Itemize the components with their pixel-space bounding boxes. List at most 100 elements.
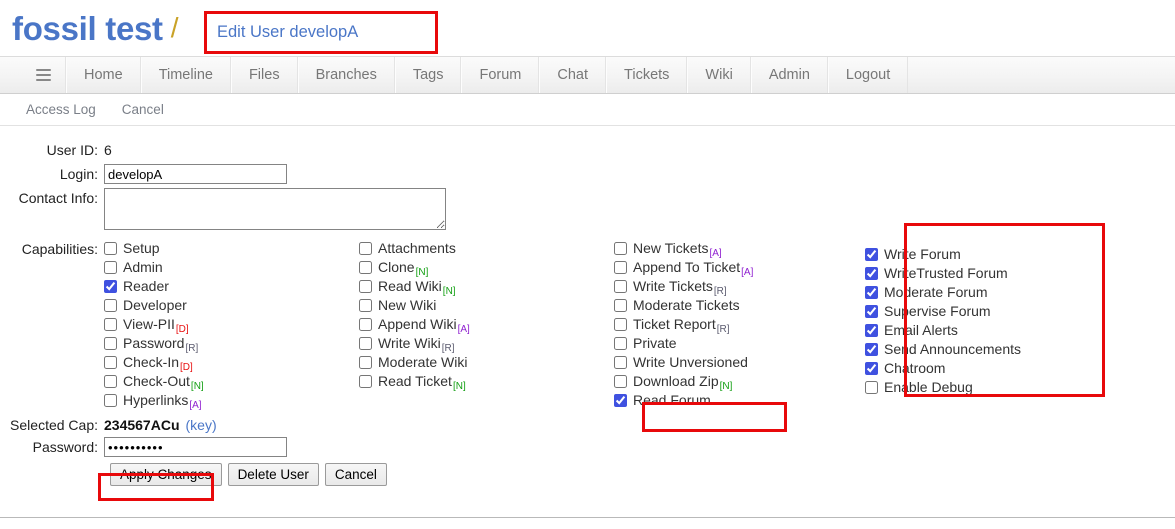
apply-changes-button[interactable]: Apply Changes bbox=[110, 463, 222, 486]
page-subtitle-highlight-box: Edit User developA bbox=[204, 11, 438, 54]
capability-write-wiki[interactable]: Write Wiki [R] bbox=[359, 335, 614, 354]
contact-info-textarea[interactable] bbox=[104, 188, 446, 230]
capability-checkbox[interactable] bbox=[359, 375, 372, 388]
nav-item-timeline[interactable]: Timeline bbox=[140, 57, 231, 93]
nav-item-logout[interactable]: Logout bbox=[827, 57, 909, 93]
capability-setup[interactable]: Setup bbox=[104, 240, 359, 259]
capability-reader[interactable]: Reader bbox=[104, 278, 359, 297]
capability-label: Moderate Tickets bbox=[633, 297, 740, 313]
nav-item-chat[interactable]: Chat bbox=[539, 57, 607, 93]
edit-user-form: User ID: 6 Login: Contact Info: Capabili… bbox=[0, 126, 1175, 486]
capability-download-zip[interactable]: Download Zip [N] bbox=[614, 373, 849, 392]
capability-moderate-tickets[interactable]: Moderate Tickets bbox=[614, 297, 849, 316]
capability-view-pii[interactable]: View-PII [D] bbox=[104, 316, 359, 335]
capability-checkbox[interactable] bbox=[104, 261, 117, 274]
capability-checkbox[interactable] bbox=[104, 280, 117, 293]
capability-ticket-report[interactable]: Ticket Report [R] bbox=[614, 316, 849, 335]
capability-append-wiki[interactable]: Append Wiki [A] bbox=[359, 316, 614, 335]
capability-write-unversioned[interactable]: Write Unversioned bbox=[614, 354, 849, 373]
capability-checkbox[interactable] bbox=[614, 299, 627, 312]
nav-item-home[interactable]: Home bbox=[66, 57, 141, 93]
capability-checkbox[interactable] bbox=[614, 242, 627, 255]
nav-item-branches[interactable]: Branches bbox=[297, 57, 395, 93]
submenu-item-cancel[interactable]: Cancel bbox=[122, 102, 164, 117]
delete-user-button[interactable]: Delete User bbox=[227, 463, 319, 486]
capability-supervise-forum[interactable]: Supervise Forum bbox=[865, 303, 1049, 322]
nav-item-files[interactable]: Files bbox=[230, 57, 298, 93]
login-input[interactable] bbox=[104, 164, 287, 184]
capability-checkbox[interactable] bbox=[614, 318, 627, 331]
capability-checkbox[interactable] bbox=[104, 356, 117, 369]
capability-enable-debug[interactable]: Enable Debug bbox=[865, 379, 1049, 398]
capability-checkbox[interactable] bbox=[359, 261, 372, 274]
capability-checkbox[interactable] bbox=[359, 242, 372, 255]
capability-checkbox[interactable] bbox=[104, 394, 117, 407]
capability-write-tickets[interactable]: Write Tickets [R] bbox=[614, 278, 849, 297]
capability-writetrusted-forum[interactable]: WriteTrusted Forum bbox=[865, 265, 1049, 284]
capability-checkbox[interactable] bbox=[865, 286, 878, 299]
capability-label: Chatroom bbox=[884, 360, 946, 376]
capability-private[interactable]: Private bbox=[614, 335, 849, 354]
capability-new-tickets[interactable]: New Tickets [A] bbox=[614, 240, 849, 259]
capability-checkbox[interactable] bbox=[614, 394, 627, 407]
capability-email-alerts[interactable]: Email Alerts bbox=[865, 322, 1049, 341]
capability-developer[interactable]: Developer bbox=[104, 297, 359, 316]
nav-item-forum[interactable]: Forum bbox=[461, 57, 540, 93]
hamburger-menu-icon bbox=[36, 66, 51, 84]
capability-label: Write Wiki bbox=[378, 335, 441, 351]
capability-checkbox[interactable] bbox=[865, 381, 878, 394]
capability-checkbox[interactable] bbox=[614, 261, 627, 274]
capability-checkbox[interactable] bbox=[614, 337, 627, 350]
capability-read-forum[interactable]: Read Forum bbox=[614, 392, 849, 411]
capability-checkbox[interactable] bbox=[359, 337, 372, 350]
submenu-item-access-log[interactable]: Access Log bbox=[26, 102, 96, 117]
cancel-button[interactable]: Cancel bbox=[324, 463, 387, 486]
nav-item-tags[interactable]: Tags bbox=[394, 57, 462, 93]
capability-chatroom[interactable]: Chatroom bbox=[865, 360, 1049, 379]
capability-label: Moderate Wiki bbox=[378, 354, 468, 370]
capability-attachments[interactable]: Attachments bbox=[359, 240, 614, 259]
capability-read-wiki[interactable]: Read Wiki [N] bbox=[359, 278, 614, 297]
capability-check-in[interactable]: Check-In [D] bbox=[104, 354, 359, 373]
project-title[interactable]: fossil test bbox=[12, 12, 163, 45]
title-separator: / bbox=[170, 12, 179, 43]
capability-checkbox[interactable] bbox=[865, 248, 878, 261]
password-row: Password: bbox=[0, 437, 1175, 457]
nav-item-admin[interactable]: Admin bbox=[750, 57, 828, 93]
capability-checkbox[interactable] bbox=[614, 356, 627, 369]
capability-checkbox[interactable] bbox=[359, 356, 372, 369]
capability-checkbox[interactable] bbox=[104, 318, 117, 331]
selected-cap-key-link[interactable]: (key) bbox=[186, 417, 217, 433]
capability-checkbox[interactable] bbox=[104, 299, 117, 312]
capability-clone[interactable]: Clone [N] bbox=[359, 259, 614, 278]
capabilities-row: Capabilities: Setup Admin Reader Developer V… bbox=[0, 240, 1175, 411]
capability-checkbox[interactable] bbox=[865, 362, 878, 375]
capability-append-to-ticket[interactable]: Append To Ticket [A] bbox=[614, 259, 849, 278]
capability-write-forum[interactable]: Write Forum bbox=[865, 246, 1049, 265]
nav-item-wiki[interactable]: Wiki bbox=[687, 57, 751, 93]
capability-hyperlinks[interactable]: Hyperlinks [A] bbox=[104, 392, 359, 411]
nav-item-tickets[interactable]: Tickets bbox=[606, 57, 688, 93]
capability-checkbox[interactable] bbox=[104, 242, 117, 255]
capability-new-wiki[interactable]: New Wiki bbox=[359, 297, 614, 316]
capability-admin[interactable]: Admin bbox=[104, 259, 359, 278]
capability-checkbox[interactable] bbox=[865, 267, 878, 280]
capability-checkbox[interactable] bbox=[104, 337, 117, 350]
capability-checkbox[interactable] bbox=[865, 343, 878, 356]
capability-moderate-wiki[interactable]: Moderate Wiki bbox=[359, 354, 614, 373]
capability-moderate-forum[interactable]: Moderate Forum bbox=[865, 284, 1049, 303]
capability-checkbox[interactable] bbox=[865, 324, 878, 337]
capability-checkbox[interactable] bbox=[614, 280, 627, 293]
capability-checkbox[interactable] bbox=[104, 375, 117, 388]
capability-checkbox[interactable] bbox=[359, 318, 372, 331]
capability-send-announcements[interactable]: Send Announcements bbox=[865, 341, 1049, 360]
capability-read-ticket[interactable]: Read Ticket [N] bbox=[359, 373, 614, 392]
hamburger-menu-button[interactable] bbox=[22, 57, 66, 93]
capability-checkbox[interactable] bbox=[865, 305, 878, 318]
capability-checkbox[interactable] bbox=[614, 375, 627, 388]
capability-password[interactable]: Password [R] bbox=[104, 335, 359, 354]
capability-checkbox[interactable] bbox=[359, 280, 372, 293]
capability-checkbox[interactable] bbox=[359, 299, 372, 312]
password-input[interactable] bbox=[104, 437, 287, 457]
capability-check-out[interactable]: Check-Out [N] bbox=[104, 373, 359, 392]
